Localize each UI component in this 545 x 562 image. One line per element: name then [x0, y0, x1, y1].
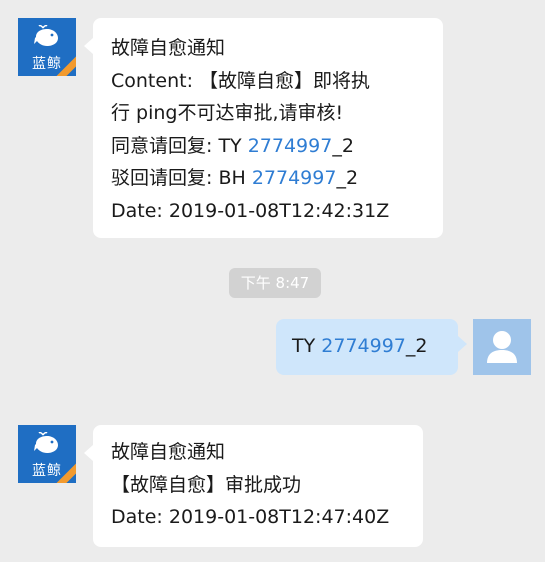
reply-id-link[interactable]: 2774997	[321, 335, 406, 357]
message-content-line: 【故障自愈】审批成功	[111, 473, 302, 496]
message-content-line: 行 ping不可达审批,请审核!	[111, 102, 344, 125]
message-bubble-approval-request[interactable]: 故障自愈通知 Content: 【故障自愈】即将执 行 ping不可达审批,请审…	[84, 18, 443, 238]
message-bubble-reply[interactable]: TY 2774997_2	[276, 319, 467, 375]
message-title: 故障自愈通知	[111, 37, 226, 59]
reject-id-link[interactable]: 2774997	[252, 167, 337, 189]
message-title: 故障自愈通知	[111, 441, 226, 463]
whale-logo-icon	[34, 25, 58, 46]
bot-avatar[interactable]: 蓝鲸	[18, 18, 76, 76]
user-avatar[interactable]	[473, 319, 531, 375]
message-content-line: Content: 【故障自愈】即将执	[111, 69, 371, 92]
message-date: Date: 2019-01-08T12:47:40Z	[111, 506, 390, 529]
message-date: Date: 2019-01-08T12:42:31Z	[111, 199, 390, 222]
message-bubble-approval-result[interactable]: 故障自愈通知 【故障自愈】审批成功 Date: 2019-01-08T12:47…	[84, 425, 423, 547]
reply-text: TY 2774997_2	[292, 335, 428, 357]
user-silhouette-icon	[487, 331, 517, 363]
reject-instruction: 驳回请回复: BH 2774997_2	[111, 167, 359, 190]
approve-instruction: 同意请回复: TY 2774997_2	[111, 134, 354, 157]
bot-avatar[interactable]: 蓝鲸	[18, 425, 76, 483]
timestamp: 下午 8:47	[229, 268, 321, 298]
approve-id-link[interactable]: 2774997	[248, 135, 333, 157]
whale-logo-icon	[34, 432, 58, 453]
